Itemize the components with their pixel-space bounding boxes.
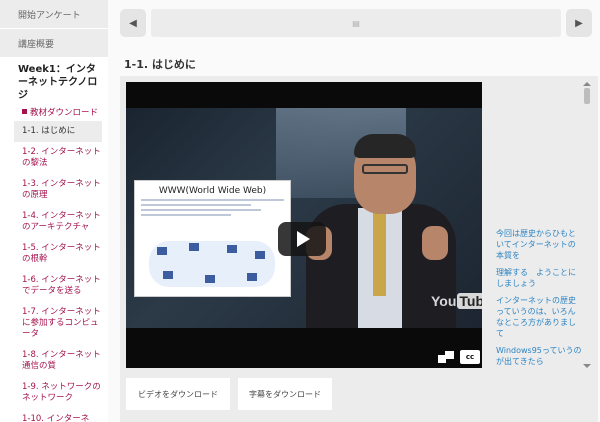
video-panel: WWW(World Wide Web) You Tub cc 今回は歴史からひも… [120, 76, 598, 422]
computer-icon [189, 243, 199, 251]
sidebar-item-lesson-1-1[interactable]: 1-1. はじめに [14, 121, 102, 142]
sidebar-item-lesson-1-7[interactable]: 1-7. インターネットに参加するコンピュータ [0, 302, 108, 345]
play-button[interactable] [278, 222, 326, 256]
network-diagram [149, 241, 275, 287]
speaker-tie [373, 212, 386, 296]
course-page: 開始アンケート 講座概要 Week1：インターネットテクノロジ 教材ダウンロード… [0, 0, 600, 422]
material-download-link[interactable]: 教材ダウンロード [0, 102, 108, 121]
computer-icon [247, 273, 257, 281]
lesson-slider: ◀ ▤ ▶ [120, 9, 592, 37]
chevron-left-icon: ◀ [129, 17, 137, 29]
material-download-label: 教材ダウンロード [30, 108, 99, 118]
computer-icon [157, 247, 167, 255]
computer-icon [255, 251, 265, 259]
course-sidebar: 開始アンケート 講座概要 Week1：インターネットテクノロジ 教材ダウンロード… [0, 0, 108, 422]
slide-text-line [141, 209, 261, 211]
slide-title: WWW(World Wide Web) [158, 186, 267, 196]
sidebar-item-lesson-1-8[interactable]: 1-8. インターネット通信の質 [0, 345, 108, 377]
slide-text-line [141, 199, 284, 201]
sidebar-item-lesson-1-10[interactable]: 1-10. インターネ [0, 409, 108, 422]
transcript-line[interactable]: 理解する ようことにしましょう [496, 267, 582, 289]
sidebar-item-lesson-1-9[interactable]: 1-9. ネットワークのネットワーク [0, 377, 108, 409]
video-download-button[interactable]: ビデオをダウンロード [126, 378, 230, 410]
computer-icon [227, 245, 237, 253]
subtitle-download-button[interactable]: 字幕をダウンロード [238, 378, 332, 410]
previous-lesson-button[interactable]: ◀ [120, 9, 146, 37]
transcript-scrollbar-thumb[interactable] [584, 88, 590, 104]
scroll-up-icon[interactable] [583, 82, 591, 86]
computer-icon [163, 271, 173, 279]
closed-captions-button[interactable]: cc [460, 350, 480, 364]
document-icon: ▤ [352, 18, 360, 28]
next-lesson-button[interactable]: ▶ [566, 9, 592, 37]
lesson-slider-track[interactable]: ▤ [151, 9, 561, 37]
fullscreen-icon[interactable] [436, 350, 456, 364]
youtube-logo-you: You [431, 293, 457, 309]
sidebar-item-lesson-1-5[interactable]: 1-5. インターネットの根幹 [0, 238, 108, 270]
youtube-video-player[interactable]: WWW(World Wide Web) You Tub cc [126, 82, 482, 368]
play-icon [297, 231, 310, 247]
main-content: ◀ ▤ ▶ 1-1. はじめに WWW(World Wide Web) You … [108, 0, 600, 422]
youtube-logo[interactable]: YouTube [431, 293, 482, 309]
slide-text-line [141, 214, 231, 216]
speaker-glasses [362, 164, 408, 174]
youtube-logo-tube: Tube [457, 293, 482, 309]
speaker-hair [354, 134, 416, 158]
sidebar-item-lesson-1-4[interactable]: 1-4. インターネットのアーキテクチャ [0, 206, 108, 238]
computer-icon [205, 275, 215, 283]
slide-overlay: WWW(World Wide Web) [134, 180, 291, 297]
transcript-line[interactable]: Windows95っていうのが出てきたら [496, 345, 582, 367]
scroll-down-icon[interactable] [583, 364, 591, 368]
sidebar-item-course-overview[interactable]: 講座概要 [0, 29, 108, 57]
slide-text-line [141, 204, 251, 206]
transcript-panel[interactable]: 今回は歴史からひもといてインターネットの本質を 理解する ようことにしましょう … [492, 82, 592, 368]
transcript-line[interactable]: 今回は歴史からひもといてインターネットの本質を [496, 228, 582, 261]
sidebar-item-lesson-1-6[interactable]: 1-6. インターネットでデータを送る [0, 270, 108, 302]
sidebar-item-start-survey[interactable]: 開始アンケート [0, 0, 108, 28]
speaker-right-hand [422, 226, 448, 260]
square-bullet-icon [22, 109, 27, 114]
week-title: Week1：インターネットテクノロジ [18, 64, 98, 101]
sidebar-item-lesson-1-2[interactable]: 1-2. インターネットの黎法 [0, 142, 108, 174]
chevron-right-icon: ▶ [575, 17, 583, 29]
video-frame: WWW(World Wide Web) [126, 108, 482, 328]
transcript-lines: 今回は歴史からひもといてインターネットの本質を 理解する ようことにしましょう … [496, 228, 582, 368]
sidebar-item-lesson-1-3[interactable]: 1-3. インターネットの原理 [0, 174, 108, 206]
fullscreen-icon-part [445, 351, 454, 359]
page-title: 1-1. はじめに [124, 58, 196, 71]
transcript-line[interactable]: インターネットの歴史っていうのは、いろんなところ方がありまして [496, 295, 582, 339]
